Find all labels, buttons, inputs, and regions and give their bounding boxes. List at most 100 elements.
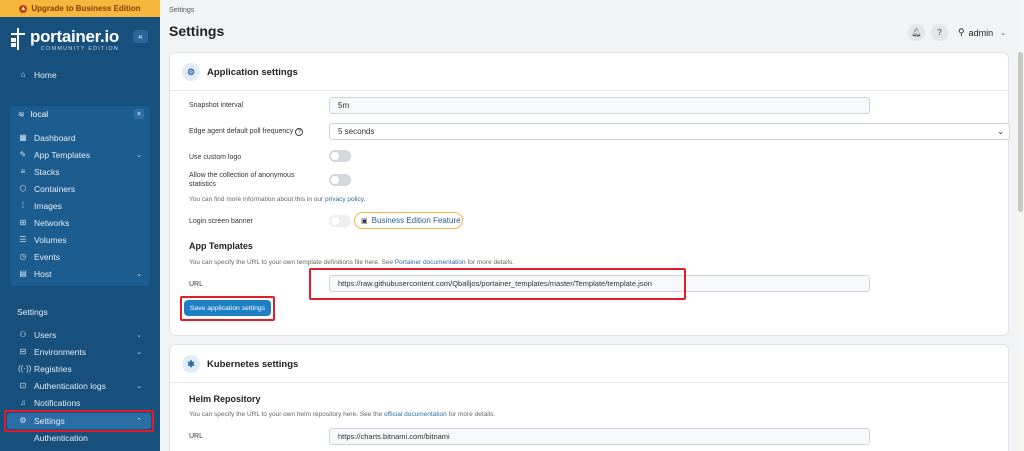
sidebar-item-host[interactable]: ▤ Host ⌄ [0,266,160,281]
login-banner-label: Login screen banner [189,218,253,225]
settings-section-heading: Settings [17,307,48,317]
topbar-actions: 🔔︎ ? ⚲ admin ⌄ [908,24,1006,41]
environment-name: local [30,109,49,119]
chevron-down-icon: ⌄ [136,348,142,356]
url-label: URL [189,281,204,288]
sidebar-item-dashboard[interactable]: ▦ Dashboard [0,130,160,145]
users-icon: ⚇ [19,330,27,339]
collapse-sidebar-button[interactable]: « [133,30,148,43]
anonymous-stats-label-line1: Allow the collection of anonymous [189,172,295,179]
stacks-icon: ≡ [20,167,26,176]
sidebar-item-registries[interactable]: ((·)) Registries [0,361,160,376]
sidebar-item-networks[interactable]: ⊞ Networks [0,215,160,230]
sidebar-item-label: Host [34,268,52,279]
select-value: 5 seconds [338,127,375,136]
privacy-text-prefix: You can find more information about this… [189,196,325,203]
brand-name: portainer.io [30,27,119,46]
card-title: Kubernetes settings [207,358,299,370]
helm-help-suffix: for more details. [446,411,496,418]
divider [170,382,1008,383]
app-templates-heading: App Templates [189,241,253,251]
page-title: Settings [169,23,225,39]
chevron-down-icon: ⌄ [136,331,142,339]
privacy-text-suffix: . [363,196,366,203]
sidebar-item-images[interactable]: ⁞ Images [0,198,160,213]
chevron-down-icon: ⌄ [136,270,142,278]
sidebar-item-label: Home [34,69,57,80]
sidebar-item-events[interactable]: ◷ Events [0,249,160,264]
brand-logo[interactable]: portainer.io COMMUNITY EDITION [10,28,119,52]
page-scrollbar[interactable] [1017,0,1024,451]
sidebar-item-label: Dashboard [34,132,76,143]
sidebar-item-label: Networks [34,217,70,228]
network-icon: ⊞ [19,218,27,227]
anonymous-stats-label-line2: statistics [189,181,216,188]
kubernetes-icon: ✱ [182,355,200,373]
custom-logo-toggle[interactable] [329,150,351,162]
sidebar-item-label: Volumes [34,234,67,245]
environments-icon: ⊟ [19,347,27,356]
card-header: ✱ Kubernetes settings [182,355,298,373]
sidebar-item-label: Environments [34,346,86,357]
sidebar-item-label: Stacks [34,166,60,177]
briefcase-icon: ▣ [361,217,368,225]
close-environment-icon[interactable]: × [134,109,144,119]
save-application-settings-button[interactable]: Save application settings [184,300,271,316]
sidebar-item-stacks[interactable]: ≡ Stacks [0,164,160,179]
sidebar-subitem-authentication[interactable]: Authentication [0,430,160,445]
container-icon: ⬡ [19,184,27,193]
logs-icon: ⊡ [19,381,27,390]
images-icon: ⁞ [21,201,25,210]
upgrade-banner[interactable]: ▲ Upgrade to Business Edition [0,0,160,17]
chevron-down-icon: ⌄ [136,151,142,159]
sidebar-item-volumes[interactable]: ☰ Volumes [0,232,160,247]
login-banner-toggle [329,215,351,227]
edge-poll-label: Edge agent default poll frequency ? [189,127,304,136]
sidebar-item-label: Registries [34,363,72,374]
database-icon: ☰ [19,235,27,244]
templates-help-prefix: You can specify the URL to your own temp… [189,259,395,266]
sidebar-item-label: Notifications [34,397,81,408]
sidebar-item-notifications[interactable]: ♫ Notifications [0,395,160,410]
anonymous-stats-toggle[interactable] [329,174,351,186]
user-menu[interactable]: ⚲ admin ⌄ [958,27,1006,38]
custom-logo-label: Use custom logo [189,154,242,161]
helm-repository-heading: Helm Repository [189,394,261,404]
radio-icon: ((·)) [18,364,32,373]
helm-help-text: You can specify the URL to your own helm… [189,411,495,418]
official-docs-link[interactable]: official documentation [384,411,447,418]
templates-help-text: You can specify the URL to your own temp… [189,259,514,266]
privacy-policy-link[interactable]: privacy policy [325,196,364,203]
sidebar-item-app-templates[interactable]: ✎ App Templates ⌄ [0,147,160,162]
url-highlight-box [309,268,686,300]
helm-url-input[interactable]: https://charts.bitnami.com/bitnami [329,428,870,445]
portainer-docs-link[interactable]: Portainer documentation [395,259,466,266]
edge-poll-select[interactable]: 5 seconds ⌄ [329,123,1010,140]
business-edition-badge[interactable]: ▣ Business Edition Feature [354,212,463,229]
sidebar-item-label: Authentication logs [34,380,106,391]
scrollbar-thumb[interactable] [1018,52,1023,212]
chevron-down-icon: ⌄ [1000,29,1006,37]
sidebar-item-home[interactable]: ⌂ Home [0,67,160,82]
anonymous-stats-label: Allow the collection of anonymous statis… [189,171,294,189]
chevron-down-icon: ⌄ [136,382,142,390]
bell-icon[interactable]: 🔔︎ [908,24,926,41]
privacy-help-text: You can find more information about this… [189,196,365,203]
sidebar-item-containers[interactable]: ⬡ Containers [0,181,160,196]
sidebar-item-users[interactable]: ⚇ Users ⌄ [0,327,160,342]
sidebar: ▲ Upgrade to Business Edition portainer.… [0,0,160,451]
portainer-logo-icon [10,28,26,50]
sidebar-item-authentication-logs[interactable]: ⊡ Authentication logs ⌄ [0,378,160,393]
sidebar-item-settings[interactable]: ⚙ Settings ⌃ [0,413,160,428]
sidebar-item-label: Users [34,329,57,340]
environment-header[interactable]: ≋ local × [10,106,150,122]
snapshot-interval-input[interactable]: 5m [329,97,870,114]
sidebar-item-label: Events [34,251,60,262]
help-icon[interactable]: ? [931,24,949,41]
sidebar-item-environments[interactable]: ⊟ Environments ⌄ [0,344,160,359]
divider [170,90,1008,91]
card-title: Application settings [207,66,298,78]
main-content: Settings Settings 🔔︎ ? ⚲ admin ⌄ ⚙ Appli… [160,0,1024,451]
gear-icon: ⚙ [19,416,27,425]
help-circle-icon[interactable]: ? [295,128,304,136]
